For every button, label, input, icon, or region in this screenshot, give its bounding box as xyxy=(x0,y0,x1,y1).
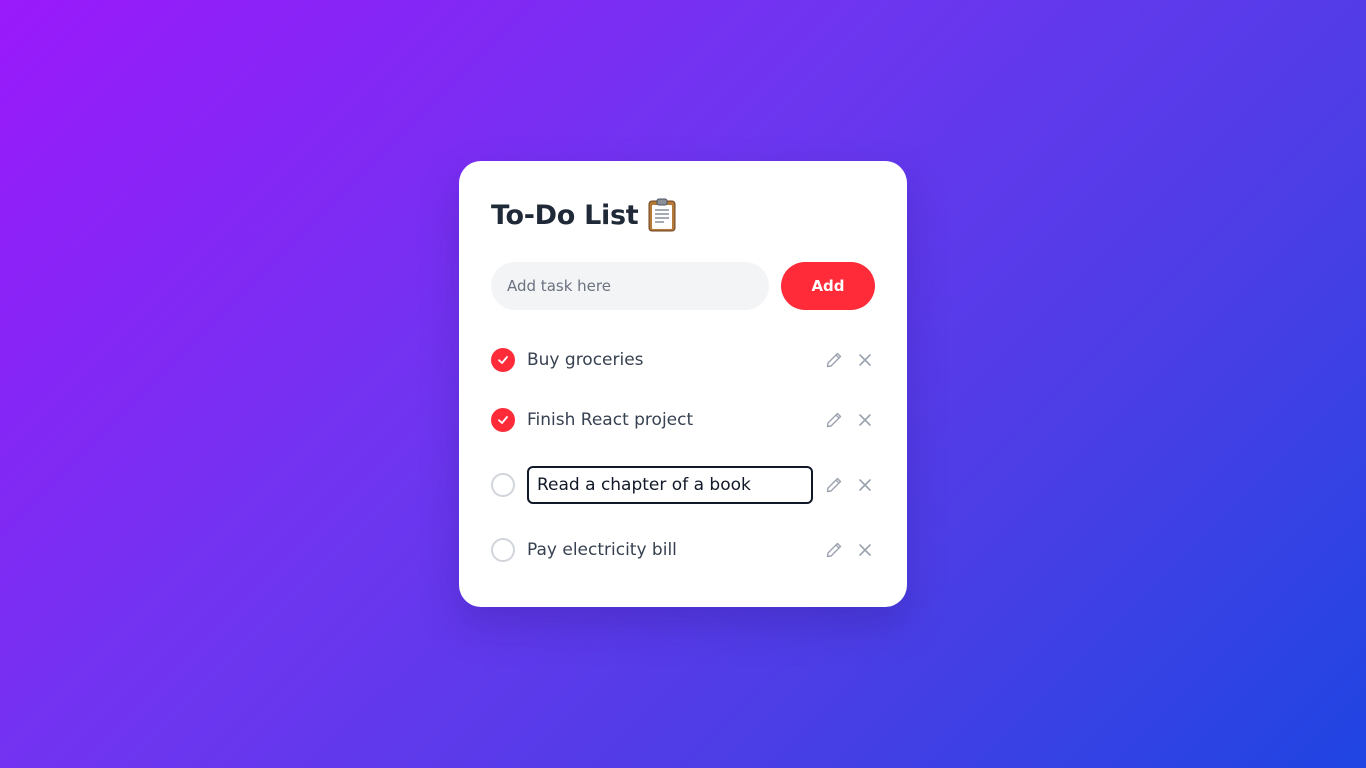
task-label: Buy groceries xyxy=(527,350,644,370)
task-label: Finish React project xyxy=(527,410,694,430)
pencil-icon[interactable] xyxy=(824,475,844,495)
task-checkbox-unchecked[interactable] xyxy=(491,473,515,497)
pencil-icon[interactable] xyxy=(824,540,844,560)
task-checkbox-checked[interactable] xyxy=(491,408,515,432)
task-edit-input[interactable] xyxy=(527,466,813,504)
checkmark-icon xyxy=(498,416,508,424)
add-task-row: Add xyxy=(491,262,875,310)
task-item: Finish React project xyxy=(491,396,875,444)
task-item: Pay electricity bill xyxy=(491,526,875,574)
task-actions xyxy=(824,350,875,370)
task-label: Pay electricity bill xyxy=(527,540,677,560)
add-task-input[interactable] xyxy=(491,262,769,310)
task-actions xyxy=(824,540,875,560)
task-actions xyxy=(824,475,875,495)
pencil-icon[interactable] xyxy=(824,410,844,430)
task-actions xyxy=(824,410,875,430)
close-icon[interactable] xyxy=(855,410,875,430)
task-checkbox-checked[interactable] xyxy=(491,348,515,372)
task-item: Buy groceries xyxy=(491,336,875,384)
clipboard-icon xyxy=(648,198,676,232)
close-icon[interactable] xyxy=(855,350,875,370)
page-title: To-Do List xyxy=(491,199,639,231)
todo-card: To-Do List Add Buy groceries xyxy=(459,161,907,607)
close-icon[interactable] xyxy=(855,475,875,495)
checkmark-icon xyxy=(498,356,508,364)
title-row: To-Do List xyxy=(491,195,875,235)
add-button[interactable]: Add xyxy=(781,262,875,310)
pencil-icon[interactable] xyxy=(824,350,844,370)
close-icon[interactable] xyxy=(855,540,875,560)
task-checkbox-unchecked[interactable] xyxy=(491,538,515,562)
task-item-editing xyxy=(491,456,875,514)
task-list: Buy groceries Finish React project Read … xyxy=(491,336,875,574)
